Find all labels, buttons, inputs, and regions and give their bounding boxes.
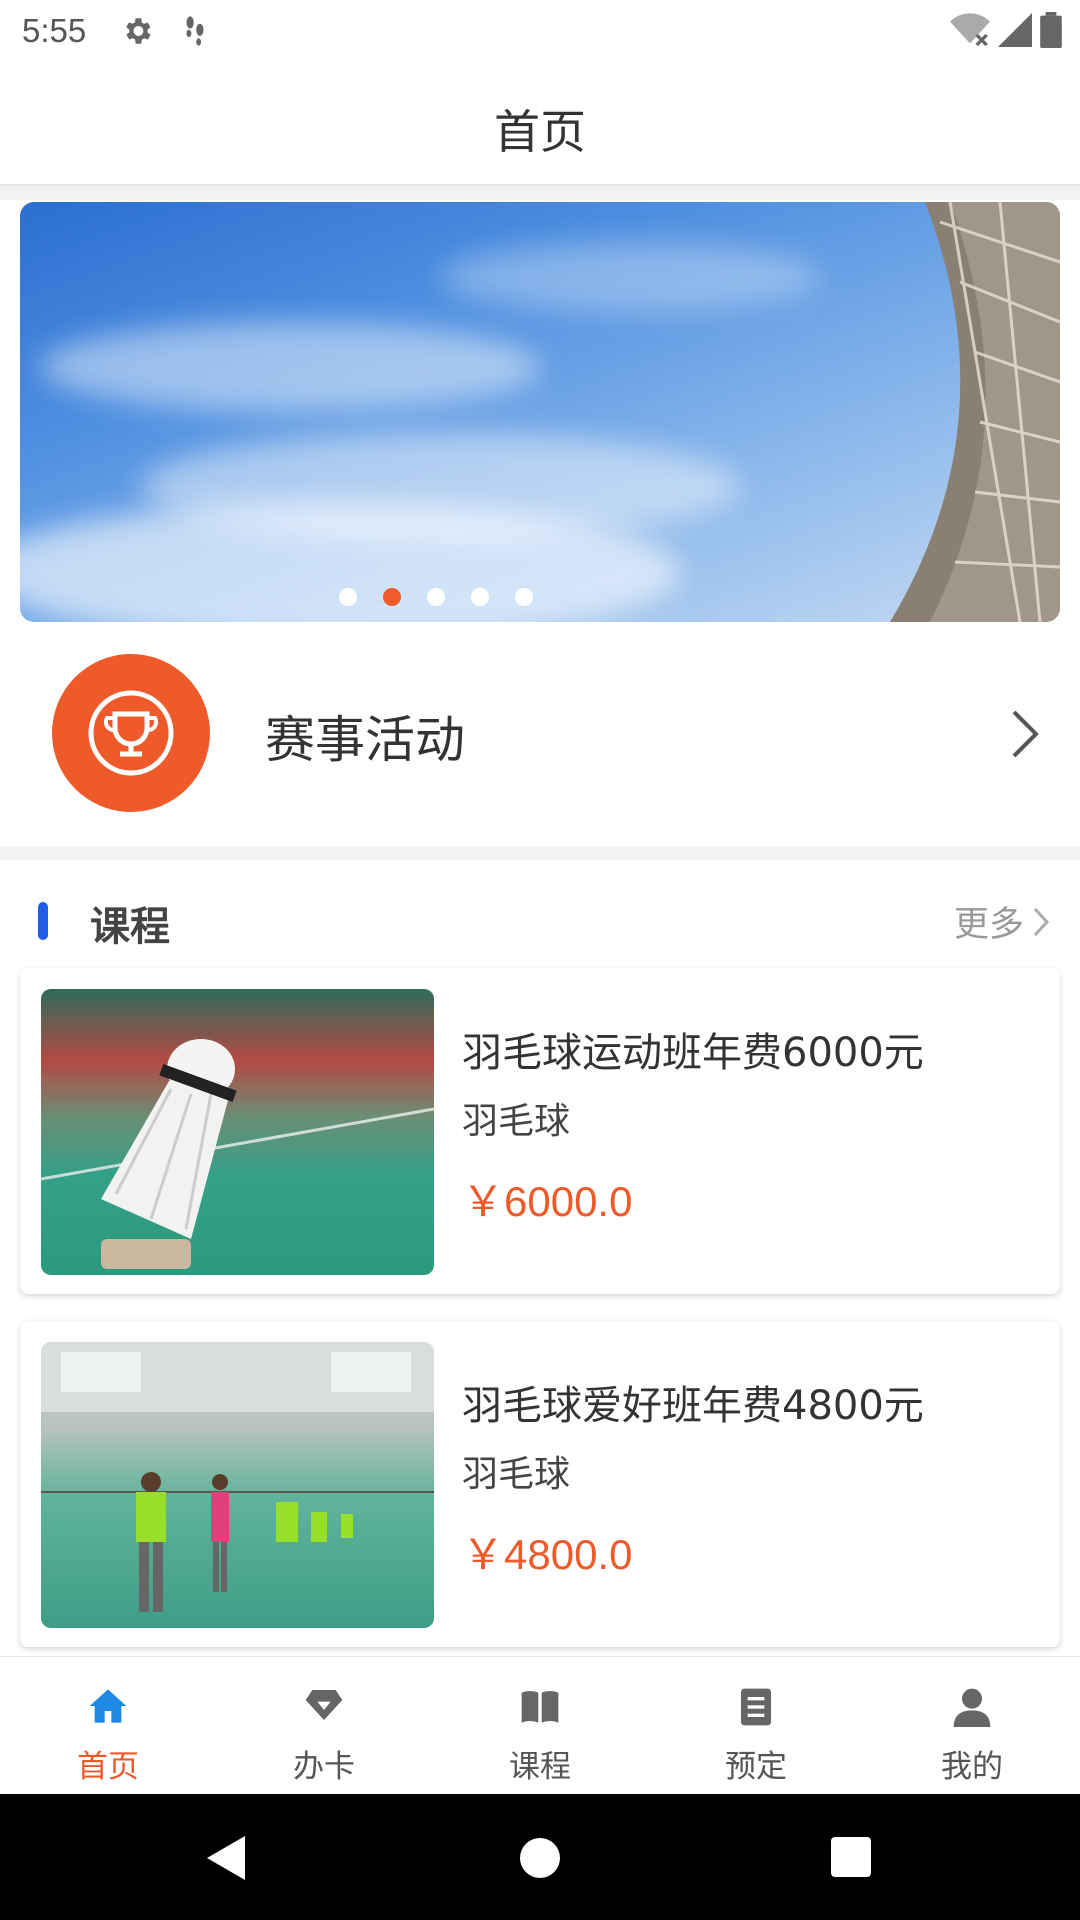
course-title: 羽毛球爱好班年费4800元 [462, 1383, 924, 1429]
banner-carousel[interactable] [20, 202, 1060, 622]
carousel-indicator [20, 588, 956, 606]
status-time: 5:55 [22, 12, 87, 49]
nav-item-courses[interactable]: 课程 [432, 1657, 648, 1795]
course-price: ￥6000.0 [462, 1178, 633, 1225]
course-card[interactable]: 羽毛球运动班年费6000元 羽毛球 ￥6000.0 [20, 968, 1060, 1294]
recents-square-icon[interactable] [831, 1837, 871, 1881]
divider [0, 846, 1080, 860]
course-image [41, 989, 434, 1275]
document-icon [739, 1687, 773, 1731]
wifi-off-icon [950, 13, 990, 51]
course-title: 羽毛球运动班年费6000元 [462, 1030, 924, 1076]
carousel-dot[interactable] [427, 588, 445, 606]
section-accent-bar [38, 902, 48, 940]
course-price: ￥4800.0 [462, 1531, 633, 1578]
course-category: 羽毛球 [462, 1101, 571, 1142]
trophy-icon [88, 690, 174, 776]
divider [0, 186, 1080, 200]
nav-label: 首页 [77, 1749, 139, 1785]
nav-item-home[interactable]: 首页 [0, 1657, 216, 1795]
signal-icon [998, 13, 1032, 51]
carousel-dot[interactable] [339, 588, 357, 606]
book-icon [520, 1687, 560, 1729]
event-activities-row[interactable]: 赛事活动 [0, 640, 1080, 845]
nav-label: 预定 [725, 1749, 787, 1785]
more-label: 更多 [953, 905, 1024, 945]
nav-label: 课程 [509, 1749, 571, 1785]
page-title: 首页 [494, 105, 586, 159]
stadium-roof-graphic [890, 202, 1060, 622]
course-card[interactable]: 羽毛球爱好班年费4800元 羽毛球 ￥4800.0 [20, 1321, 1060, 1647]
footprint-icon [180, 14, 210, 52]
section-title: 课程 [90, 904, 170, 950]
carousel-dot-active[interactable] [383, 588, 401, 606]
status-indicators [950, 12, 1062, 52]
carousel-dot[interactable] [471, 588, 489, 606]
nav-label: 我的 [941, 1749, 1003, 1785]
nav-item-booking[interactable]: 预定 [648, 1657, 864, 1795]
settings-gear-icon [120, 14, 154, 52]
home-circle-icon[interactable] [519, 1837, 561, 1883]
nav-label: 办卡 [293, 1749, 355, 1785]
nav-item-card[interactable]: 办卡 [216, 1657, 432, 1795]
system-navigation-bar [0, 1794, 1080, 1920]
bottom-navigation: 首页 办卡 课程 预定 我的 [0, 1656, 1080, 1795]
app-bar: 首页 [0, 62, 1080, 186]
course-image [41, 1342, 434, 1628]
status-bar: 5:55 [0, 0, 1080, 62]
courses-section-header: 课程 更多 [0, 870, 1080, 970]
home-icon [88, 1687, 128, 1729]
chevron-right-icon [1010, 708, 1040, 764]
battery-icon [1040, 12, 1062, 52]
event-label: 赛事活动 [265, 711, 465, 769]
trophy-badge [52, 654, 210, 812]
course-category: 羽毛球 [462, 1454, 571, 1495]
back-icon[interactable] [205, 1834, 247, 1886]
user-icon [952, 1687, 992, 1731]
diamond-icon [304, 1687, 344, 1727]
chevron-right-icon [1033, 907, 1050, 936]
carousel-dot[interactable] [515, 588, 533, 606]
more-link[interactable]: 更多 [954, 896, 1050, 947]
nav-item-mine[interactable]: 我的 [864, 1657, 1080, 1795]
